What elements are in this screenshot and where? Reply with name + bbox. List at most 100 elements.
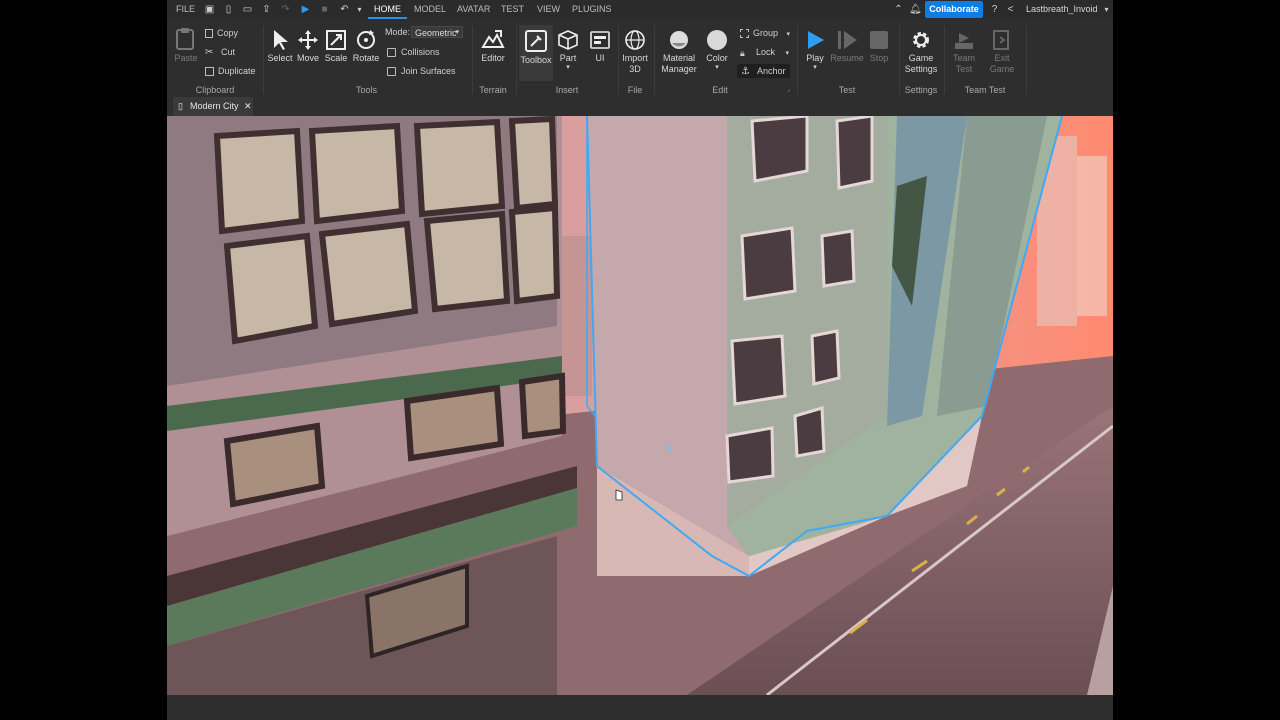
chevron-down-icon: ▾	[455, 29, 459, 36]
group-divider	[944, 25, 945, 95]
group-divider	[1026, 25, 1027, 95]
quick-stop-icon[interactable]: ■	[319, 4, 330, 15]
import-3d-button[interactable]: Import 3D	[620, 29, 650, 75]
tab-home[interactable]: HOME	[368, 0, 407, 19]
tab-avatar[interactable]: AVATAR	[457, 0, 490, 19]
new-file-icon[interactable]: ▯	[223, 4, 234, 15]
expand-edit-icon[interactable]: ⌟	[787, 85, 790, 93]
collisions-toggle[interactable]: Collisions	[387, 45, 440, 59]
resume-button[interactable]: Resume	[830, 29, 864, 64]
play-button[interactable]: Play ▾	[801, 29, 829, 71]
terrain-editor-button[interactable]: Editor	[476, 29, 510, 64]
select-tool-button[interactable]: Select	[267, 29, 293, 64]
material-manager-button[interactable]: Material Manager	[659, 29, 699, 75]
user-account[interactable]: Lastbreath_Invoid	[1026, 0, 1098, 19]
quick-play-icon[interactable]: ▶	[300, 4, 311, 15]
paste-icon	[176, 28, 194, 50]
account-dropdown-icon[interactable]: ▾	[1101, 4, 1112, 15]
save-icon[interactable]: ▣	[204, 4, 215, 15]
file-menu[interactable]: FILE	[176, 0, 195, 19]
gear-icon	[913, 32, 929, 48]
group-label-team-test: Team Test	[964, 85, 1006, 95]
rotate-tool-button[interactable]: Rotate	[351, 29, 381, 64]
exit-icon	[993, 30, 1009, 50]
scale-icon	[326, 30, 346, 50]
copy-icon	[205, 29, 213, 39]
terrain-icon	[481, 30, 505, 48]
exit-game-button[interactable]: Exit Game	[987, 29, 1017, 75]
cut-button[interactable]: ✂ Cut	[205, 45, 235, 59]
toolbox-button[interactable]: Toolbox	[519, 25, 553, 81]
lock-icon: 🔒︎	[740, 47, 745, 58]
tab-model[interactable]: MODEL	[414, 0, 446, 19]
hand-cursor-icon	[615, 489, 623, 501]
duplicate-button[interactable]: Duplicate	[205, 64, 256, 78]
play-icon	[808, 31, 824, 49]
menu-bar: FILE ▣ ▯ ▭ ⇪ ↷ ▶ ■ ↶ ▾ HOME MODEL AVATAR…	[167, 0, 1113, 19]
stop-icon	[870, 31, 888, 49]
cube-icon	[558, 30, 578, 50]
3d-viewport[interactable]	[167, 116, 1113, 695]
ui-icon	[590, 31, 610, 49]
mode-label: Mode:	[385, 27, 411, 37]
tab-view[interactable]: VIEW	[537, 0, 560, 19]
group-label-tools: Tools	[355, 85, 377, 95]
redo-icon[interactable]: ↷	[280, 4, 291, 15]
lock-button[interactable]: 🔒︎ Lock ▾	[740, 45, 789, 59]
copy-button[interactable]: Copy	[205, 26, 238, 40]
chevron-down-icon: ▾	[786, 31, 791, 38]
document-icon: ▯	[178, 101, 183, 111]
status-bar	[167, 695, 1113, 720]
roblox-studio-window: FILE ▣ ▯ ▭ ⇪ ↷ ▶ ■ ↶ ▾ HOME MODEL AVATAR…	[167, 0, 1113, 720]
anchor-button[interactable]: ⚓︎ Anchor	[737, 64, 790, 78]
team-test-button[interactable]: Team Test	[949, 29, 979, 75]
part-button[interactable]: Part ▾	[555, 29, 581, 71]
checkbox-icon	[387, 67, 396, 77]
duplicate-icon	[205, 67, 214, 77]
collapse-ribbon-icon[interactable]: ⌃	[893, 4, 904, 15]
move-tool-button[interactable]: Move	[295, 29, 321, 64]
color-button[interactable]: Color ▾	[703, 29, 731, 71]
undo-icon[interactable]: ↶	[339, 4, 350, 15]
checkbox-icon	[387, 48, 396, 58]
ui-button[interactable]: UI	[587, 29, 613, 64]
group-divider	[654, 25, 655, 95]
chevron-down-icon: ▾	[813, 64, 817, 71]
collaborate-button[interactable]: Collaborate	[925, 1, 983, 18]
scale-tool-button[interactable]: Scale	[323, 29, 349, 64]
tab-test[interactable]: TEST	[501, 0, 524, 19]
ribbon-toolbar: Paste Copy ✂ Cut Duplicate Clipboard Sele…	[167, 19, 1113, 98]
publish-icon[interactable]: ⇪	[261, 4, 272, 15]
notifications-icon[interactable]: 🔔︎	[909, 4, 922, 15]
join-surfaces-toggle[interactable]: Join Surfaces	[387, 64, 456, 78]
left-building	[167, 116, 577, 695]
stop-button[interactable]: Stop	[866, 29, 892, 64]
mode-dropdown[interactable]: Geometric ▾	[411, 26, 463, 38]
material-sphere-icon	[670, 31, 688, 49]
group-label-clipboard: Clipboard	[195, 85, 235, 95]
globe-import-icon	[625, 30, 645, 50]
tab-plugins[interactable]: PLUGINS	[572, 0, 612, 19]
chevron-down-icon: ▾	[715, 64, 719, 71]
group-label-edit: Edit	[712, 85, 728, 95]
rotate-icon	[357, 30, 375, 49]
open-file-icon[interactable]: ▭	[242, 4, 253, 15]
group-button[interactable]: Group ▾	[740, 26, 790, 40]
chevron-down-icon: ▾	[566, 64, 570, 71]
toolbox-icon	[525, 30, 547, 52]
document-tab-modern-city[interactable]: ▯ Modern City ✕	[173, 97, 253, 116]
group-label-settings: Settings	[904, 85, 938, 95]
group-label-terrain: Terrain	[479, 85, 507, 95]
help-icon[interactable]: ?	[989, 4, 1000, 15]
quick-access-dropdown-icon[interactable]: ▾	[354, 4, 365, 15]
group-label-insert: Insert	[555, 85, 579, 95]
paste-button[interactable]: Paste	[173, 27, 199, 64]
resume-icon	[838, 31, 857, 49]
group-label-file: File	[627, 85, 643, 95]
close-icon[interactable]: ✕	[244, 97, 252, 116]
share-icon[interactable]: <	[1005, 4, 1016, 15]
game-settings-button[interactable]: Game Settings	[902, 29, 940, 75]
move-icon	[298, 30, 318, 50]
color-swatch-icon	[707, 30, 727, 50]
anchor-icon: ⚓︎	[741, 65, 750, 77]
